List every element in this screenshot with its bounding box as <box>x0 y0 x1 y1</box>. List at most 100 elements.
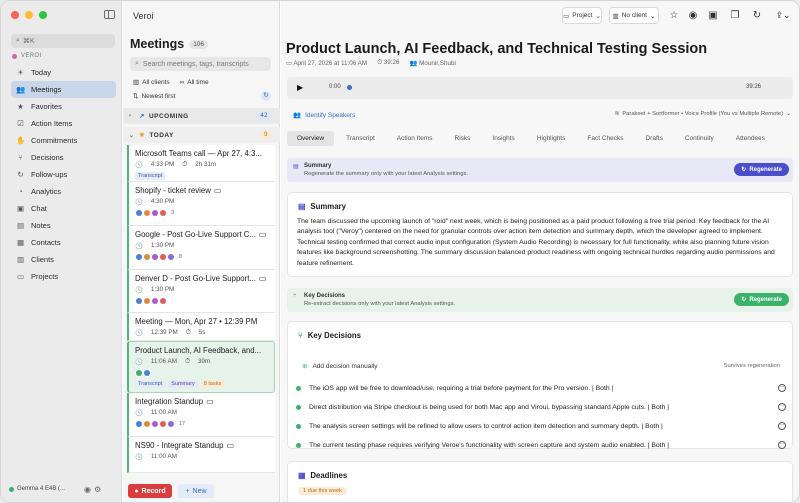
meeting-actions: ● Record + New <box>128 484 214 498</box>
status-dot-icon <box>296 424 301 429</box>
transcription-model-selector[interactable]: ≋ Parakeet + Sortformer • Voice Profile (… <box>614 111 791 117</box>
sidebar-item-notes[interactable]: ▤ Notes <box>11 217 116 234</box>
meeting-item[interactable]: Google - Post Go-Live Support C... ▭ 🕓 1:3… <box>127 226 275 270</box>
model-selector[interactable]: Gemma 4 E4B (... <box>9 486 81 492</box>
time-filter[interactable]: ∞ All time <box>180 78 209 86</box>
add-decision-button[interactable]: ⊕ Add decision manually <box>302 362 378 371</box>
refresh-icon: ↻ <box>741 297 747 303</box>
meeting-title: Meeting — Mon, Apr 27 • 12:39 PM <box>135 317 258 326</box>
minimize-window-button[interactable] <box>25 11 33 19</box>
sidebar-item-favorites[interactable]: ★ Favorites <box>11 98 116 115</box>
tab-overview[interactable]: Overview <box>287 131 335 146</box>
player-current-time: 0:00 <box>329 84 341 90</box>
summary-icon: ▤ <box>293 164 299 170</box>
people-icon: 👥 <box>16 85 26 94</box>
refresh-icon[interactable]: ↻ <box>749 7 765 24</box>
chat-icon[interactable]: ▣ <box>705 7 721 24</box>
tab-continuity[interactable]: Continuity <box>675 131 724 146</box>
clients-filter[interactable]: ▥ All clients <box>133 78 170 87</box>
more-options-icon[interactable]: ··· <box>778 422 786 430</box>
gear-icon[interactable]: ⚙ <box>94 485 101 494</box>
sun-icon: ☀ <box>139 132 146 139</box>
sort-control[interactable]: ⇅ Newest first <box>133 92 175 101</box>
zoom-window-button[interactable] <box>39 11 47 19</box>
regenerate-decisions-button[interactable]: ↻ Regenerate <box>734 293 789 306</box>
sidebar-item-clients[interactable]: ▥ Clients <box>11 251 116 268</box>
project-selector[interactable]: ▭ Project ⌄ <box>562 7 602 24</box>
share-icon[interactable]: ⇪⌄ <box>773 7 793 24</box>
meeting-item[interactable]: Shopify - ticket review ▭ 🕓 4:30 PM 3 <box>127 182 275 226</box>
clock-icon: 🕓 <box>135 162 143 169</box>
sidebar-item-contacts[interactable]: ▦ Contacts <box>11 234 116 251</box>
note-icon: ▤ <box>16 221 25 230</box>
more-options-icon[interactable]: ··· <box>778 403 786 411</box>
tab-insights[interactable]: Insights <box>482 131 524 146</box>
summary-card: ▤ Summary The team discussed the upcoming… <box>287 192 793 277</box>
decision-list: The iOS app will be free to download/use… <box>296 379 786 455</box>
more-options-icon[interactable]: ··· <box>778 441 786 449</box>
meeting-item[interactable]: Integration Standup ▭ 🕓 11:00 AM 17 <box>127 393 275 437</box>
speaker-row: 👥 Identify Speakers ≋ Parakeet + Sortforme… <box>293 111 791 121</box>
tab-fact-checks[interactable]: Fact Checks <box>577 131 633 146</box>
sidebar-nav: ☀ Today 👥 Meetings ★ Favorites ☑ Action Item… <box>11 64 116 285</box>
record-status-icon[interactable]: ◉ <box>84 485 91 494</box>
meeting-item[interactable]: Meeting — Mon, Apr 27 • 12:39 PM 🕓 12:39 … <box>127 313 275 341</box>
tab-transcript[interactable]: Transcript <box>336 131 385 146</box>
sidebar-item-today[interactable]: ☀ Today <box>11 64 116 81</box>
meetings-search-input[interactable]: ⌕ Search meetings, tags, transcripts <box>130 57 271 71</box>
sidebar-toggle-icon[interactable] <box>104 10 115 19</box>
tab-highlights[interactable]: Highlights <box>527 131 576 146</box>
more-options-icon[interactable]: ··· <box>778 384 786 392</box>
meeting-item[interactable]: Microsoft Teams call — Apr 27, 4:3... 🕓 4… <box>127 145 275 182</box>
group-upcoming[interactable]: › ↗ UPCOMING 42 <box>123 108 280 124</box>
meeting-title: Integration Standup <box>135 397 204 406</box>
meeting-item[interactable]: NS90 - Integrate Standup ▭ 🕓 11:00 AM <box>127 437 275 473</box>
clock-icon: 🕓 <box>135 410 143 417</box>
sidebar-item-action-items[interactable]: ☑ Action Items <box>11 115 116 132</box>
sidebar-item-projects[interactable]: ▭ Projects <box>11 268 116 285</box>
search-icon: ⌕ <box>135 60 139 67</box>
people-icon: 👥 <box>293 112 302 119</box>
survives-label: Survives regeneration <box>723 363 780 369</box>
refresh-icon[interactable]: ↻ <box>261 91 271 101</box>
sort-icon: ⇅ <box>133 93 139 100</box>
sun-icon: ☀ <box>17 68 24 77</box>
stop-icon[interactable]: ◉ <box>685 7 701 24</box>
tab-attendees[interactable]: Attendees <box>726 131 775 146</box>
chart-icon: ◔ <box>18 187 23 196</box>
sidebar-item-decisions[interactable]: ⑂ Decisions <box>11 149 116 166</box>
client-selector[interactable]: ▥ No client ⌄ <box>609 7 659 24</box>
playback-slider[interactable] <box>347 85 352 90</box>
tab-risks[interactable]: Risks <box>445 131 481 146</box>
sidebar-search[interactable]: ⌕ ⌘K <box>11 34 115 48</box>
sidebar-item-analytics[interactable]: ◔ Analytics <box>11 183 116 200</box>
summary-regenerate-banner: ▤ Summary Regenerate the summary only wi… <box>287 158 793 182</box>
sidebar-item-commitments[interactable]: ✋ Commitments <box>11 132 116 149</box>
record-button[interactable]: ● Record <box>128 484 172 498</box>
star-icon: ★ <box>17 102 24 111</box>
workspace-label[interactable]: VEROI <box>12 53 42 59</box>
attendee-avatars: 17 <box>135 420 269 428</box>
sidebar-item-meetings[interactable]: 👥 Meetings <box>11 81 116 98</box>
calendar-icon: ▦ <box>298 471 306 480</box>
tab-action-items[interactable]: Action Items <box>387 131 443 146</box>
refresh-icon: ↻ <box>741 167 747 173</box>
play-icon[interactable]: ▶ <box>297 83 303 92</box>
meeting-item[interactable]: Denver D - Post Go-Live Support... ▭ 🕓 1:3… <box>127 270 275 313</box>
sidebar-item-follow-ups[interactable]: ↻ Follow-ups <box>11 166 116 183</box>
star-icon[interactable]: ☆ <box>666 7 682 24</box>
regenerate-summary-button[interactable]: ↻ Regenerate <box>734 163 789 176</box>
today-count: 9 <box>260 131 272 139</box>
group-today[interactable]: ⌄ ☀ TODAY 9 <box>123 127 280 143</box>
clock-icon: 🕓 <box>135 199 143 206</box>
close-window-button[interactable] <box>11 11 19 19</box>
copy-icon[interactable]: ❐ <box>727 7 743 24</box>
meeting-item-selected[interactable]: Product Launch, AI Feedback, and... 🕓 11:… <box>127 341 275 393</box>
tab-drafts[interactable]: Drafts <box>635 131 672 146</box>
summary-icon: ▤ <box>298 202 306 211</box>
meeting-title: Denver D - Post Go-Live Support... <box>135 274 256 283</box>
new-meeting-button[interactable]: + New <box>178 484 214 498</box>
sidebar-item-chat[interactable]: ▣ Chat <box>11 200 116 217</box>
audio-player: ▶ 0:00 39:26 <box>287 77 793 99</box>
clock-icon: 🕓 <box>135 454 143 461</box>
